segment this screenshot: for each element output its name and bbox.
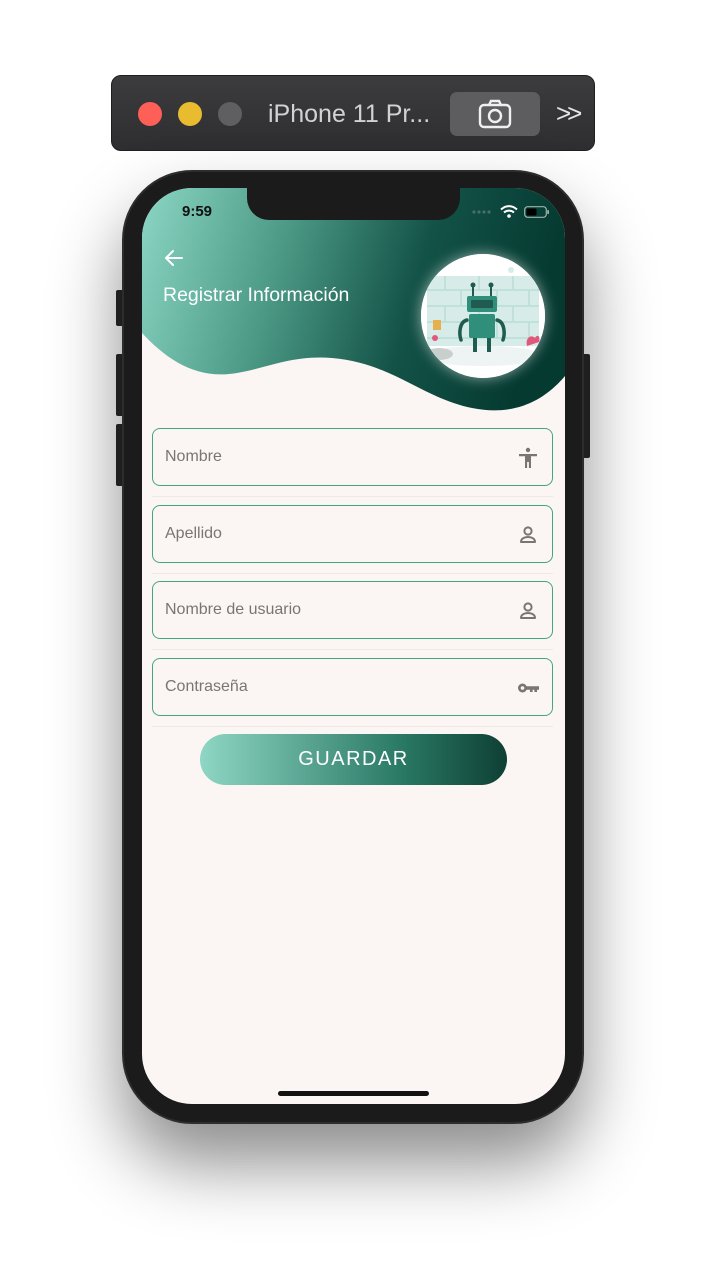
status-indicators [472,205,550,218]
status-time: 9:59 [182,203,213,220]
signal-icon [472,209,491,214]
guardar-button[interactable]: GUARDAR [200,734,507,785]
apellido-input[interactable] [153,506,552,562]
simulator-toolbar: iPhone 11 Pr... >> [111,75,595,151]
username-input[interactable] [153,582,552,638]
password-field[interactable] [152,658,553,716]
field-divider [152,496,553,497]
password-input[interactable] [153,659,552,715]
person-icon [520,602,536,619]
robot-illustration [421,254,545,378]
page-title: Registrar Información [163,284,350,306]
accessibility-icon [519,447,537,468]
nombre-field[interactable] [152,428,553,486]
zoom-window-button[interactable] [218,102,242,126]
nombre-input[interactable] [153,429,552,485]
robot-avatar [421,254,545,378]
battery-icon [524,205,549,218]
screenshot-button[interactable] [450,92,540,136]
wifi-icon [500,205,518,218]
home-indicator [278,1091,429,1096]
close-window-button[interactable] [138,102,162,126]
chevron-double-right-icon[interactable]: >> [556,98,582,129]
simulator-title: iPhone 11 Pr... [268,100,431,128]
apellido-field[interactable] [152,505,553,563]
field-divider [152,649,553,650]
camera-icon [478,99,512,129]
key-icon [518,683,539,693]
username-field[interactable] [152,581,553,639]
arrow-left-icon[interactable] [162,246,186,270]
app-screen: 9:59 Registrar Información Nombre Apelli… [142,188,565,1104]
device-notch [247,188,460,220]
person-icon [520,526,536,543]
field-divider [152,573,553,574]
field-divider [152,726,553,727]
minimize-window-button[interactable] [178,102,202,126]
